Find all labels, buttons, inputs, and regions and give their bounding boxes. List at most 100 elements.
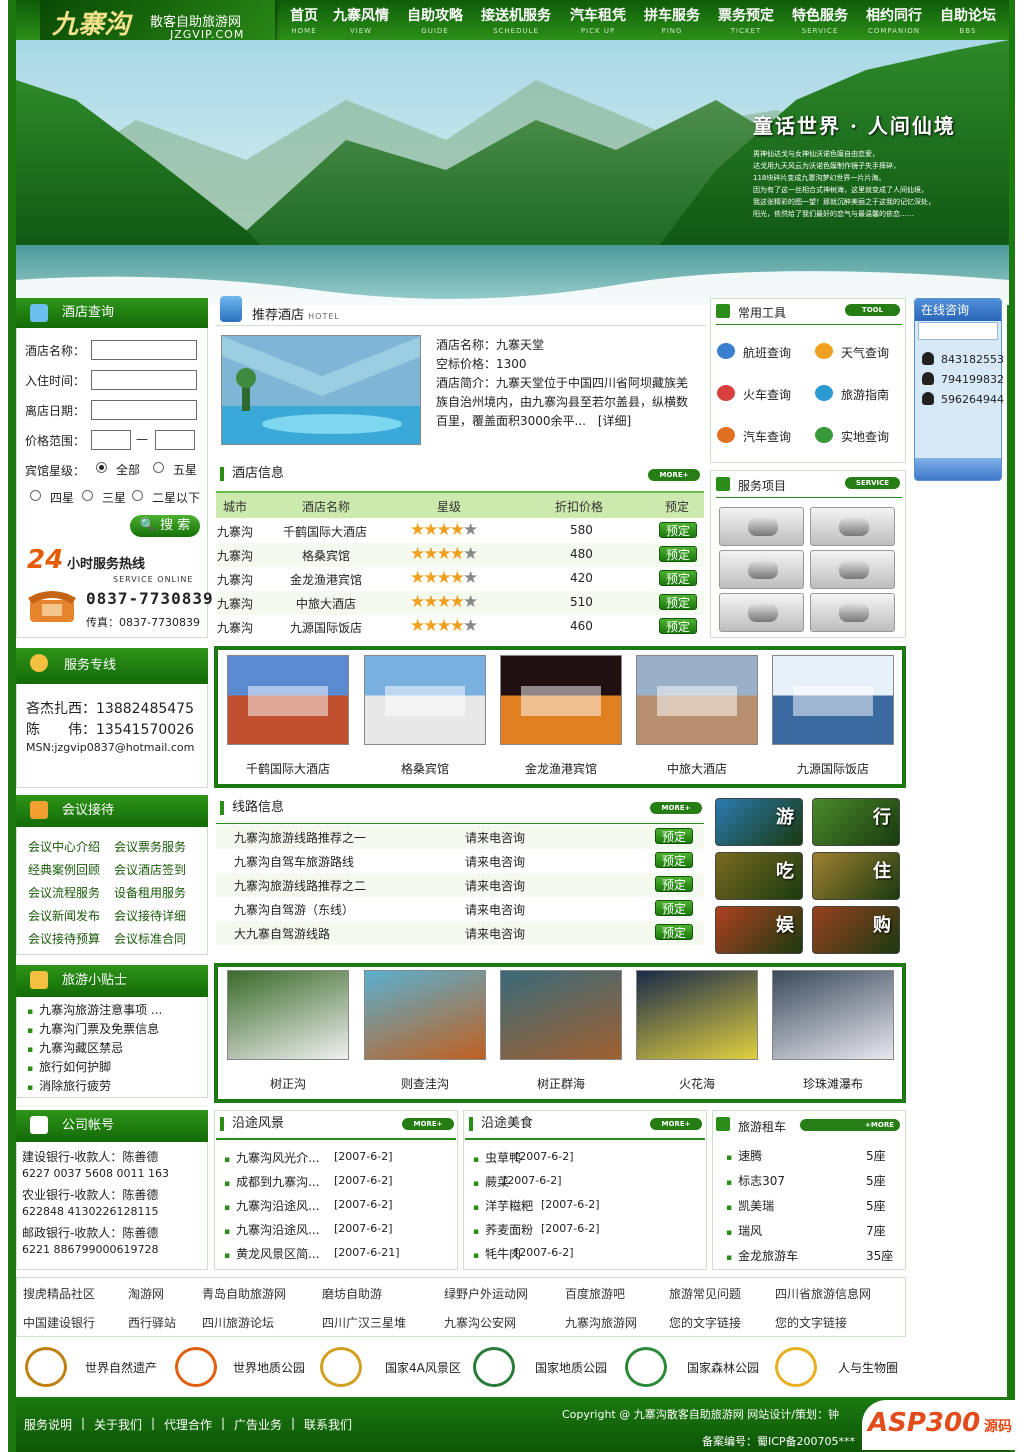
tool-link[interactable]: 汽车查询 [743, 428, 791, 445]
scenery-photo[interactable] [364, 970, 486, 1060]
service-tile[interactable] [810, 507, 895, 546]
meeting-link[interactable]: 会议中心介绍 [28, 838, 100, 855]
hotel-name[interactable]: 九源国际饭店 [290, 619, 362, 636]
scenery-photo-caption[interactable]: 火花海 [635, 1075, 759, 1092]
tool-link[interactable]: 旅游指南 [841, 386, 889, 403]
star-radio-3[interactable] [30, 490, 41, 501]
meeting-link[interactable]: 设备租用服务 [114, 884, 186, 901]
footer-link[interactable]: 代理合作 [164, 1416, 212, 1433]
hotel-photo[interactable] [636, 655, 758, 745]
footer-link[interactable]: 关于我们 [94, 1416, 142, 1433]
food-link[interactable]: 洋芋糍粑 [473, 1197, 533, 1214]
travel-tile[interactable]: 娱 [715, 906, 803, 954]
friend-link[interactable]: 四川省旅游信息网 [775, 1285, 871, 1302]
friend-link[interactable]: 四川广汉三星堆 [322, 1314, 406, 1331]
travel-tile[interactable]: 游 [715, 798, 803, 846]
book-button[interactable]: 预定 [659, 522, 697, 538]
book-button[interactable]: 预定 [659, 570, 697, 586]
star-radio-2[interactable] [153, 462, 164, 473]
scenery-photo[interactable] [636, 970, 758, 1060]
food-link[interactable]: 荞麦面粉 [473, 1221, 533, 1238]
tool-link[interactable]: 火车查询 [743, 386, 791, 403]
travel-tile[interactable]: 住 [812, 852, 900, 900]
search-button[interactable]: 🔍 搜 索 [130, 515, 200, 537]
scenery-photo-caption[interactable]: 则查洼沟 [363, 1075, 487, 1092]
star-radio-4[interactable] [82, 490, 93, 501]
scenery-photo[interactable] [227, 970, 349, 1060]
nav-item-5[interactable]: 汽车租凭 PICK UP [570, 5, 626, 35]
hotel-name[interactable]: 千鹤国际大酒店 [283, 523, 367, 540]
book-button[interactable]: 预定 [655, 852, 693, 868]
book-button[interactable]: 预定 [655, 876, 693, 892]
meeting-link[interactable]: 会议接待预算 [28, 930, 100, 947]
tip-link[interactable]: 旅行如何护脚 [27, 1058, 111, 1075]
qq-number[interactable]: 843182553 [941, 353, 1004, 366]
scenery-photo[interactable] [500, 970, 622, 1060]
friend-link[interactable]: 淘游网 [128, 1285, 164, 1302]
service-tile[interactable] [810, 593, 895, 632]
nav-item-4[interactable]: 接送机服务 SCHEDULE [481, 5, 551, 35]
route-name[interactable]: 九寨沟旅游线路推荐之一 [234, 829, 366, 846]
friend-link[interactable]: 您的文字链接 [669, 1314, 741, 1331]
scenery-link[interactable]: 九寨沟风光介... [224, 1149, 319, 1166]
service-tile[interactable] [719, 593, 804, 632]
service-tile[interactable] [810, 550, 895, 589]
hotel-photo[interactable] [227, 655, 349, 745]
tool-link[interactable]: 实地查询 [841, 428, 889, 445]
footer-link[interactable]: 广告业务 [234, 1416, 282, 1433]
friend-link[interactable]: 旅游常见问题 [669, 1285, 741, 1302]
food-more-button[interactable]: MORE+ [650, 1118, 702, 1130]
tool-link[interactable]: 天气查询 [841, 344, 889, 361]
scenery-more-button[interactable]: MORE+ [402, 1118, 454, 1130]
friend-link[interactable]: 西行驿站 [128, 1314, 176, 1331]
friend-link[interactable]: 青岛自助旅游网 [202, 1285, 286, 1302]
book-button[interactable]: 预定 [659, 546, 697, 562]
nav-item-10[interactable]: 自助论坛 BBS [940, 5, 996, 35]
scenery-link[interactable]: 黄龙风景区简... [224, 1245, 319, 1262]
meeting-link[interactable]: 会议酒店签到 [114, 861, 186, 878]
friend-link[interactable]: 绿野户外运动网 [444, 1285, 528, 1302]
route-name[interactable]: 九寨沟自驾车旅游路线 [234, 853, 354, 870]
nav-item-3[interactable]: 自助攻略 GUIDE [407, 5, 463, 35]
hotel-name[interactable]: 格桑宾馆 [302, 547, 350, 564]
book-button[interactable]: 预定 [659, 618, 697, 634]
route-name[interactable]: 大九寨自驾游线路 [234, 925, 330, 942]
friend-link[interactable]: 九寨沟旅游网 [565, 1314, 637, 1331]
recommend-hotel-photo[interactable] [221, 335, 421, 445]
hotel-photo-caption[interactable]: 千鹤国际大酒店 [226, 760, 350, 777]
qq-number[interactable]: 596264944 [941, 393, 1004, 406]
route-name[interactable]: 九寨沟旅游线路推荐之二 [234, 877, 366, 894]
route-name[interactable]: 九寨沟自驾游（东线） [234, 901, 354, 918]
detail-link[interactable]: [详细] [598, 414, 631, 428]
scenery-photo[interactable] [772, 970, 894, 1060]
hotel-field-2[interactable] [91, 370, 197, 390]
food-link[interactable]: 牦牛肉 [473, 1245, 521, 1262]
hotel-photo-caption[interactable]: 金龙渔港宾馆 [499, 760, 623, 777]
footer-link[interactable]: 服务说明 [24, 1416, 72, 1433]
tool-link[interactable]: 航班查询 [743, 344, 791, 361]
rental-more-button[interactable]: +MORE [800, 1119, 900, 1131]
nav-item-6[interactable]: 拼车服务 PING [644, 5, 700, 35]
hotel-photo[interactable] [500, 655, 622, 745]
friend-link[interactable]: 磨坊自助游 [322, 1285, 382, 1302]
service-tile[interactable] [719, 550, 804, 589]
friend-link[interactable]: 您的文字链接 [775, 1314, 847, 1331]
travel-tile[interactable]: 购 [812, 906, 900, 954]
travel-tile[interactable]: 吃 [715, 852, 803, 900]
hotel-name[interactable]: 中旅大酒店 [296, 595, 356, 612]
book-button[interactable]: 预定 [655, 924, 693, 940]
tip-link[interactable]: 九寨沟藏区禁忌 [27, 1039, 123, 1056]
meeting-link[interactable]: 会议接待详细 [114, 907, 186, 924]
tip-link[interactable]: 消除旅行疲劳 [27, 1077, 111, 1094]
footer-link[interactable]: 联系我们 [304, 1416, 352, 1433]
meeting-link[interactable]: 经典案例回顾 [28, 861, 100, 878]
book-button[interactable]: 预定 [659, 594, 697, 610]
meeting-link[interactable]: 会议流程服务 [28, 884, 100, 901]
scenery-photo-caption[interactable]: 珍珠滩瀑布 [771, 1075, 895, 1092]
nav-item-1[interactable]: 首页 HOME [290, 5, 318, 35]
qq-number[interactable]: 794199832 [941, 373, 1004, 386]
hotel-photo-caption[interactable]: 中旅大酒店 [635, 760, 759, 777]
rental-car[interactable]: 金龙旅游车 [726, 1247, 798, 1264]
hotel-photo-caption[interactable]: 格桑宾馆 [363, 760, 487, 777]
hotel-photo[interactable] [772, 655, 894, 745]
